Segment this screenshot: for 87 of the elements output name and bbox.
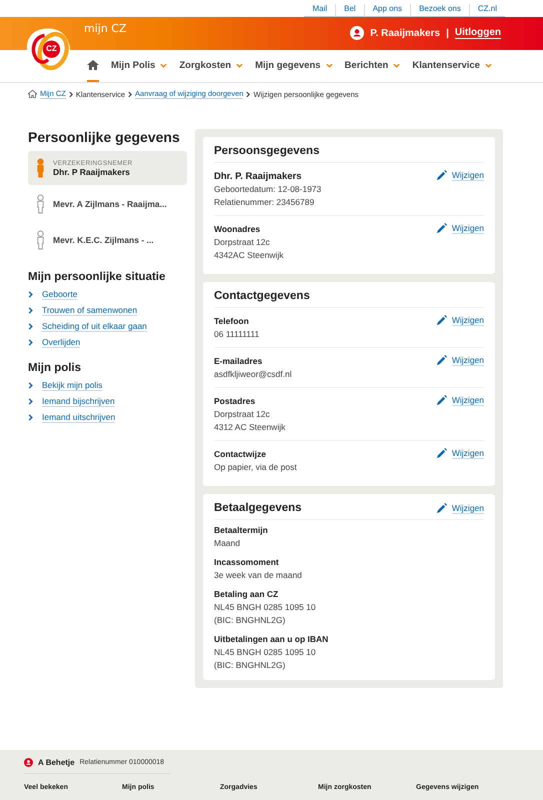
side-link[interactable]: Geboorte bbox=[28, 289, 78, 300]
person-icon bbox=[36, 230, 45, 250]
side-link[interactable]: Overlijden bbox=[28, 337, 80, 348]
nav-tab[interactable]: Mijn Polis bbox=[111, 50, 168, 82]
caret-icon bbox=[236, 62, 244, 68]
field-label: Incassomoment bbox=[214, 556, 280, 569]
nav-tab[interactable]: Berichten bbox=[344, 50, 400, 82]
logo-text: CZ bbox=[45, 44, 58, 54]
field-value: 06 11111111 bbox=[214, 328, 260, 341]
field-value: Op papier, via de post bbox=[214, 461, 297, 474]
pencil-icon bbox=[436, 223, 447, 234]
pencil-icon bbox=[436, 502, 447, 514]
pencil-icon bbox=[436, 395, 447, 406]
section-heading: Mijn persoonlijke situatie bbox=[28, 271, 166, 283]
field-label: Dhr. P. Raaijmakers bbox=[214, 170, 302, 183]
chevron-icon bbox=[246, 90, 250, 98]
field-label: Postadres bbox=[214, 395, 256, 408]
logout-link[interactable]: Uitloggen bbox=[454, 27, 501, 39]
field-label: Contactwijze bbox=[214, 448, 267, 461]
separator: | bbox=[446, 28, 449, 38]
chevron-icon bbox=[28, 307, 33, 314]
field-label: Betaaltermijn bbox=[214, 524, 268, 537]
edit-link[interactable]: Wijzigen bbox=[436, 395, 484, 406]
side-link[interactable]: Trouwen of samenwonen bbox=[28, 305, 138, 316]
user-name: P. Raaijmakers bbox=[370, 28, 440, 38]
user-icon bbox=[350, 26, 364, 40]
nav-tab[interactable]: Klantenservice bbox=[412, 50, 492, 82]
field-value: 4312 AC Steenwijk bbox=[214, 421, 286, 434]
field-value: Dorpstraat 12c bbox=[214, 408, 271, 421]
edit-link[interactable]: Wijzigen bbox=[436, 223, 484, 234]
field-label: E-mailadres bbox=[214, 355, 264, 368]
chevron-icon bbox=[68, 90, 73, 98]
pencil-icon bbox=[436, 315, 447, 326]
chevron-icon bbox=[28, 323, 33, 330]
nav-tab[interactable]: Mijn gegevens bbox=[255, 50, 333, 82]
caret-icon bbox=[160, 62, 168, 68]
section-heading: Mijn polis bbox=[28, 362, 82, 374]
field-label: Woonadres bbox=[214, 223, 262, 236]
edit-link[interactable]: Wijzigen bbox=[436, 502, 484, 514]
side-link[interactable]: Iemand bijschrijven bbox=[28, 396, 115, 407]
field-value: (BIC: BNGHNL2G) bbox=[214, 659, 286, 672]
field-value: NL45 BNGH 0285 1095 10 bbox=[214, 646, 317, 659]
card-title: Persoonsgegevens bbox=[214, 145, 320, 157]
edit-link[interactable]: Wijzigen bbox=[436, 170, 484, 181]
footer-user-name: A Behetje bbox=[38, 758, 75, 767]
chevron-icon bbox=[28, 382, 33, 389]
pencil-icon bbox=[436, 448, 447, 459]
field-value: Geboortedatum: 12-08-1973 bbox=[214, 183, 322, 196]
chevron-icon bbox=[28, 339, 33, 346]
person-icon bbox=[36, 194, 45, 214]
edit-link[interactable]: Wijzigen bbox=[436, 355, 484, 366]
brand-name: mijn CZ bbox=[84, 22, 127, 35]
chevron-icon bbox=[28, 398, 33, 405]
chevron-icon bbox=[28, 291, 33, 298]
caret-icon bbox=[393, 62, 400, 68]
field-value: Dorpstraat 12c bbox=[214, 236, 271, 249]
card-title: Betaalgegevens bbox=[214, 502, 302, 514]
person-icon bbox=[36, 158, 45, 178]
side-link[interactable]: Scheiding of uit elkaar gaan bbox=[28, 321, 147, 332]
caret-icon bbox=[326, 62, 333, 68]
field-label: Telefoon bbox=[214, 315, 250, 328]
home-icon bbox=[28, 90, 37, 98]
person-item[interactable]: Mevr. K.E.C. Zijlmans - ... bbox=[28, 223, 187, 257]
pencil-icon bbox=[436, 355, 447, 366]
edit-link[interactable]: Wijzigen bbox=[436, 448, 484, 459]
side-link[interactable]: Iemand uitschrijven bbox=[28, 412, 116, 423]
field-value: 4342AC Steenwijk bbox=[214, 249, 284, 262]
chevron-icon bbox=[28, 414, 33, 421]
side-link[interactable]: Bekijk mijn polis bbox=[28, 380, 102, 391]
field-value: Maand bbox=[214, 537, 241, 550]
home-icon bbox=[87, 60, 99, 70]
caret-icon bbox=[484, 62, 492, 68]
person-item[interactable]: Mevr. A Zijlmans - Raaijma... bbox=[28, 187, 187, 221]
field-value: 3e week van de maand bbox=[214, 569, 302, 582]
card-title: Contactgegevens bbox=[214, 290, 310, 302]
chevron-icon bbox=[128, 90, 132, 98]
field-value: (BIC: BNGHNL2G) bbox=[214, 614, 286, 627]
field-label: Betaling aan CZ bbox=[214, 588, 280, 601]
nav-tab[interactable]: Zorgkosten bbox=[179, 50, 244, 82]
edit-link[interactable]: Wijzigen bbox=[436, 315, 484, 326]
field-value: NL45 BNGH 0285 1095 10 bbox=[214, 601, 316, 614]
page-title: Persoonlijke gegevens bbox=[28, 129, 181, 145]
field-value: Relatienummer: 23456789 bbox=[214, 196, 316, 209]
user-icon bbox=[24, 758, 33, 767]
field-value: asdfkljiweor@csdf.nl bbox=[214, 368, 292, 381]
field-label: Uitbetalingen aan u op IBAN bbox=[214, 633, 328, 646]
pencil-icon bbox=[436, 170, 447, 181]
